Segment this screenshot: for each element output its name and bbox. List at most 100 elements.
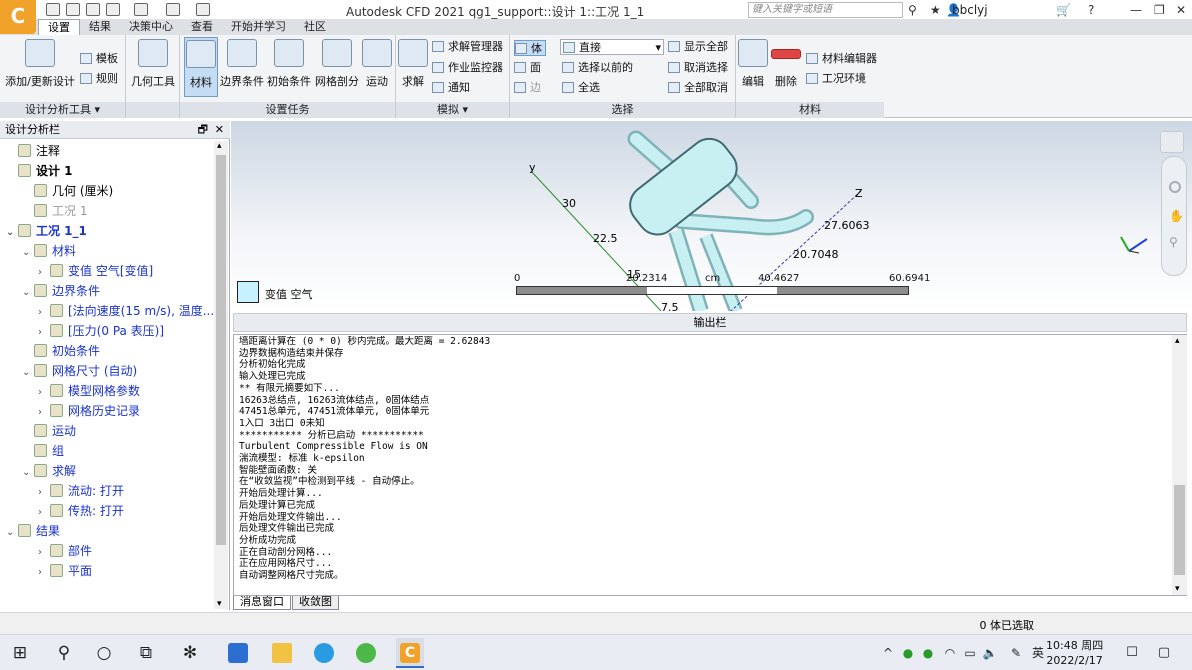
notification-icon[interactable]: ☐ bbox=[1122, 643, 1142, 663]
material-editor-button[interactable]: 材料编辑器 bbox=[806, 51, 877, 67]
help-icon[interactable]: ? bbox=[1088, 3, 1094, 17]
model-viewport[interactable]: y 30 22.5 15 7.5 Z 27.6063 20.7048 ✋ ⚲ 变… bbox=[231, 121, 1192, 311]
tree-expand-icon[interactable]: › bbox=[38, 303, 50, 323]
show-all-button[interactable]: 显示全部 bbox=[668, 39, 728, 55]
tree-expand-icon[interactable]: › bbox=[38, 323, 50, 343]
tree-node[interactable]: 初始条件 bbox=[22, 341, 100, 361]
tree-scroll-thumb[interactable] bbox=[216, 155, 226, 545]
tree-node[interactable]: › [法向速度(15 m/s), 温度... bbox=[38, 301, 214, 321]
tree-node[interactable]: ⌄ 网格尺寸 (自动) bbox=[22, 361, 137, 381]
tree-node[interactable]: 组 bbox=[22, 441, 64, 461]
file-explorer-icon[interactable] bbox=[272, 643, 292, 663]
select-all-button[interactable]: 全选 bbox=[562, 80, 600, 96]
open-icon[interactable] bbox=[66, 3, 80, 16]
panel-design-tools-title[interactable]: 设计分析工具 ▾ bbox=[0, 102, 125, 118]
fan-app-icon[interactable]: ✻ bbox=[180, 643, 200, 663]
orbit-icon[interactable] bbox=[1169, 181, 1181, 193]
mesh-button[interactable]: 网格剖分 bbox=[314, 39, 360, 89]
windows-start-icon[interactable]: ⊞ bbox=[10, 643, 30, 663]
tree-node[interactable]: › 模型网格参数 bbox=[38, 381, 140, 401]
edge-icon[interactable] bbox=[314, 643, 334, 663]
app-menu-button[interactable]: C bbox=[0, 0, 36, 34]
browser-icon[interactable] bbox=[356, 643, 376, 663]
tray-app-icon[interactable]: ● bbox=[898, 643, 918, 663]
store-icon[interactable] bbox=[228, 643, 248, 663]
pan-icon[interactable]: ✋ bbox=[1169, 209, 1184, 223]
tree-expand-icon[interactable]: ⌄ bbox=[6, 223, 18, 243]
tree-expand-icon[interactable]: › bbox=[38, 563, 50, 583]
material-button[interactable]: 材料 bbox=[184, 37, 218, 97]
select-face-button[interactable]: 面 bbox=[514, 60, 541, 76]
cortana-icon[interactable]: ○ bbox=[94, 643, 114, 663]
cancel-all-button[interactable]: 全部取消 bbox=[668, 80, 728, 96]
initial-conditions-button[interactable]: 初始条件 bbox=[266, 39, 312, 89]
scroll-down-icon[interactable]: ▾ bbox=[217, 599, 222, 609]
scroll-up-icon[interactable]: ▴ bbox=[217, 141, 222, 151]
tree-expand-icon[interactable]: › bbox=[38, 483, 50, 503]
tree-node[interactable]: 注释 bbox=[6, 141, 60, 161]
search-icon[interactable]: ⚲ bbox=[54, 643, 74, 663]
tree-expand-icon[interactable]: ⌄ bbox=[22, 463, 34, 483]
tree-expand-icon[interactable]: ⌄ bbox=[22, 243, 34, 263]
undo-icon[interactable] bbox=[134, 3, 148, 16]
cancel-select-button[interactable]: 取消选择 bbox=[668, 60, 728, 76]
binoculars-icon[interactable]: ⚲ bbox=[908, 3, 917, 17]
tree-expand-icon[interactable]: › bbox=[38, 503, 50, 523]
float-icon[interactable]: 🗗 bbox=[198, 121, 208, 139]
tree-node[interactable]: ⌄ 工况 1_1 bbox=[6, 221, 87, 241]
motion-button[interactable]: 运动 bbox=[362, 39, 392, 89]
tree-expand-icon[interactable]: ⌄ bbox=[6, 523, 18, 543]
tree-node[interactable]: › 变值 空气[变值] bbox=[38, 261, 153, 281]
tab-decision-center[interactable]: 决策中心 bbox=[120, 19, 182, 35]
tab-getting-started[interactable]: 开始并学习 bbox=[222, 19, 295, 35]
solve-manager-button[interactable]: 求解管理器 bbox=[432, 39, 503, 55]
output-scroll-thumb[interactable] bbox=[1174, 485, 1185, 575]
boundary-conditions-button[interactable]: 边界条件 bbox=[220, 39, 264, 89]
edit-button[interactable]: 编辑 bbox=[738, 39, 768, 89]
select-edge-button[interactable]: 边 bbox=[514, 80, 541, 96]
pen-icon[interactable]: ✎ bbox=[1006, 643, 1026, 663]
battery-icon[interactable]: ▭ bbox=[960, 643, 980, 663]
scroll-down-icon[interactable]: ▾ bbox=[1175, 584, 1180, 594]
task-view-icon[interactable]: ⧉ bbox=[136, 643, 156, 663]
save-all-icon[interactable] bbox=[106, 3, 120, 16]
tree-node[interactable]: 设计 1 bbox=[6, 161, 73, 181]
viewcube-icon[interactable] bbox=[1160, 131, 1184, 153]
redo-icon[interactable] bbox=[166, 3, 180, 16]
tree-expand-icon[interactable]: ⌄ bbox=[22, 283, 34, 303]
tray-up-icon[interactable]: ^ bbox=[878, 643, 898, 663]
tree-node[interactable]: ⌄ 求解 bbox=[22, 461, 76, 481]
tray-app2-icon[interactable]: ● bbox=[918, 643, 938, 663]
tree-node[interactable]: ⌄ 结果 bbox=[6, 521, 60, 541]
rules-button[interactable]: 规则 bbox=[80, 71, 118, 87]
tab-results[interactable]: 结果 bbox=[80, 19, 120, 35]
environment-button[interactable]: 工况环境 bbox=[806, 71, 866, 87]
tree-node[interactable]: ⌄ 材料 bbox=[22, 241, 76, 261]
system-clock[interactable]: 10:48 周四 2022/2/17 bbox=[1046, 638, 1103, 668]
close-panel-icon[interactable]: ✕ bbox=[215, 121, 224, 139]
tree-node[interactable]: › 流动: 打开 bbox=[38, 481, 124, 501]
selection-mode-select[interactable]: 直接 ▾ bbox=[560, 39, 664, 55]
tree-node[interactable]: › 传热: 打开 bbox=[38, 501, 124, 521]
action-center-icon[interactable]: ▢ bbox=[1154, 643, 1174, 663]
tree-node[interactable]: › 网格历史记录 bbox=[38, 401, 140, 421]
tree-node[interactable]: 工况 1 bbox=[22, 201, 87, 221]
navigation-bar[interactable]: ✋ ⚲ bbox=[1161, 156, 1187, 276]
tab-setup[interactable]: 设置 bbox=[38, 19, 80, 35]
tree-expand-icon[interactable]: › bbox=[38, 383, 50, 403]
zoom-icon[interactable]: ⚲ bbox=[1169, 235, 1178, 249]
template-button[interactable]: 模板 bbox=[80, 51, 118, 67]
select-body-button[interactable]: 体 bbox=[514, 40, 546, 56]
ime-indicator[interactable]: 英 bbox=[1028, 643, 1048, 663]
cfd-taskbar-button[interactable]: C bbox=[396, 638, 424, 668]
delete-button[interactable]: 删除 bbox=[770, 39, 802, 89]
new-icon[interactable] bbox=[46, 3, 60, 16]
tab-message-window[interactable]: 消息窗口 bbox=[233, 596, 291, 610]
tree-scrollbar[interactable]: ▴ ▾ bbox=[214, 141, 228, 609]
search-input[interactable]: 键入关键字或短语 bbox=[748, 2, 903, 18]
panel-simulation-title[interactable]: 模拟 ▾ bbox=[396, 102, 509, 118]
triad-icon[interactable] bbox=[1120, 236, 1148, 254]
tab-view[interactable]: 查看 bbox=[182, 19, 222, 35]
tree-expand-icon[interactable]: › bbox=[38, 543, 50, 563]
select-previous-button[interactable]: 选择以前的 bbox=[562, 60, 633, 76]
